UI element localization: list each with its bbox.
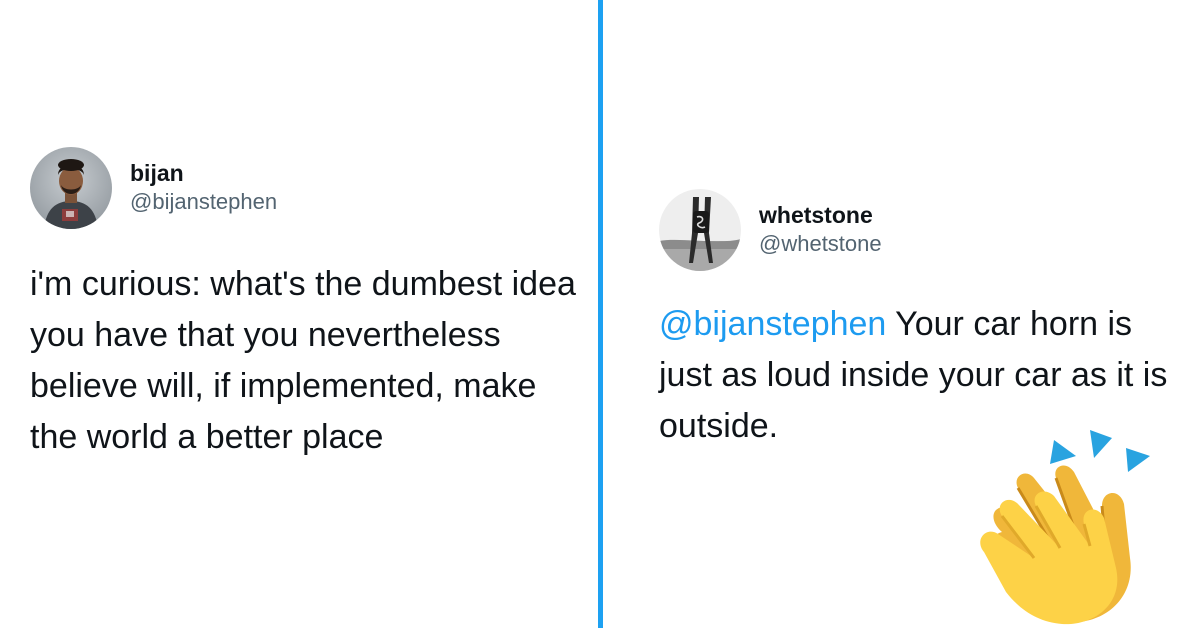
tweet-text: i'm curious: what's the dumbest idea you… xyxy=(30,265,576,456)
display-name[interactable]: bijan xyxy=(130,159,277,187)
user-handle[interactable]: @bijanstephen xyxy=(130,187,277,217)
tweet-whetstone: whetstone @whetstone @bijanstephen Your … xyxy=(659,189,1179,452)
mention-link[interactable]: @bijanstephen xyxy=(659,305,886,343)
avatar-photo xyxy=(30,147,112,229)
user-names: bijan @bijanstephen xyxy=(130,159,277,217)
user-handle[interactable]: @whetstone xyxy=(759,229,882,259)
user-names: whetstone @whetstone xyxy=(759,201,882,259)
tweet-header: bijan @bijanstephen xyxy=(30,147,590,229)
tweet-header: whetstone @whetstone xyxy=(659,189,1179,271)
avatar[interactable] xyxy=(659,189,741,271)
avatar[interactable] xyxy=(30,147,112,229)
panel-divider xyxy=(598,0,603,628)
avatar-photo xyxy=(659,189,741,271)
tweet-bijan: bijan @bijanstephen i'm curious: what's … xyxy=(30,147,590,463)
display-name[interactable]: whetstone xyxy=(759,201,882,229)
clapping-hands-icon xyxy=(980,430,1150,625)
